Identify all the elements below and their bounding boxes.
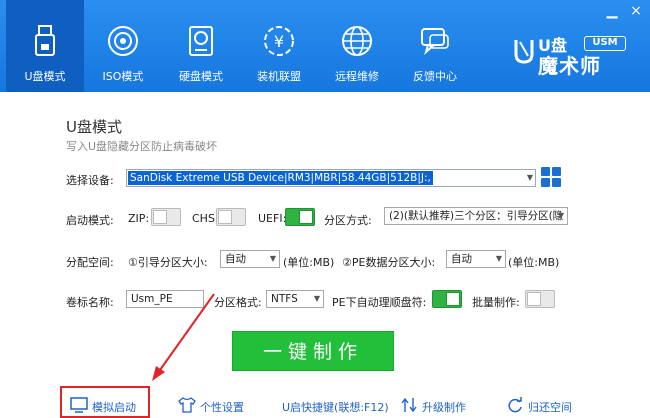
volume-label: 卷标名称: xyxy=(66,296,114,309)
magic-wand-icon xyxy=(514,40,534,64)
grid-square xyxy=(552,167,561,176)
zip-label: ZIP: xyxy=(128,212,150,225)
svg-text:¥: ¥ xyxy=(274,32,284,51)
tab-label: ISO模式 xyxy=(102,70,144,83)
partition-mode-label: 分区方式: xyxy=(324,214,372,227)
tab-hard-disk-mode[interactable]: 硬盘模式 xyxy=(162,0,240,92)
chs-label: CHS: xyxy=(192,212,219,225)
highlight-box xyxy=(60,386,150,418)
hard-disk-icon xyxy=(189,26,213,56)
batch-label: 批量制作: xyxy=(472,296,520,309)
volume-name-input[interactable]: Usm_PE xyxy=(126,290,204,308)
format-label: 分区格式: xyxy=(214,296,262,309)
boot-part-size-value: 自动 xyxy=(225,253,246,265)
alloc-label: 分配空间: xyxy=(66,256,114,269)
uefi-label: UEFI: xyxy=(258,212,287,225)
upgrade-arrows-icon xyxy=(401,397,417,413)
device-select[interactable]: SanDisk Extreme USB Device|RM3|MBR|58.44… xyxy=(126,169,536,187)
boot-shortcut-label: U启快捷键(联想:F12) xyxy=(282,401,389,414)
device-list-button[interactable] xyxy=(541,167,561,187)
tab-label: 反馈中心 xyxy=(413,70,457,83)
close-button[interactable]: × xyxy=(628,4,644,18)
page-subtitle: 写入U盘隐藏分区防止病毒破坏 xyxy=(66,140,218,153)
pe-part-size-select[interactable]: 自动 ▼ xyxy=(446,250,506,268)
grid-square xyxy=(541,178,550,187)
tab-label: 硬盘模式 xyxy=(179,70,223,83)
chat-bubble-icon xyxy=(421,28,449,55)
tab-install-alliance[interactable]: ¥ 装机联盟 xyxy=(240,0,318,92)
tab-u-disk-mode[interactable]: U盘模式 xyxy=(6,0,84,92)
upgrade-make-label: 升级制作 xyxy=(422,401,466,414)
pe-part-unit: (单位:MB) xyxy=(508,256,560,269)
chevron-down-icon: ▼ xyxy=(526,173,533,182)
device-selected-value: SanDisk Extreme USB Device|RM3|MBR|58.44… xyxy=(128,171,433,185)
boot-mode-label: 启动模式: xyxy=(66,214,114,227)
toggle-knob xyxy=(446,292,460,306)
tab-remote-repair[interactable]: 远程维修 xyxy=(318,0,396,92)
toggle-knob xyxy=(527,292,541,306)
pe-part-size-label: ②PE数据分区大小: xyxy=(342,256,436,269)
partition-mode-select[interactable]: (2)(默认推荐)三个分区：引导分区(隐 ▼ xyxy=(384,207,568,225)
zip-toggle[interactable] xyxy=(151,208,181,226)
boot-part-unit: (单位:MB) xyxy=(283,256,335,269)
grid-square xyxy=(541,167,550,176)
page-title: U盘模式 xyxy=(66,118,122,136)
tshirt-icon xyxy=(178,397,196,413)
personal-settings-label: 个性设置 xyxy=(200,401,244,414)
refresh-icon xyxy=(508,397,522,413)
tab-label: U盘模式 xyxy=(24,70,66,83)
chevron-down-icon: ▼ xyxy=(495,254,502,263)
brand-usm-badge: USM xyxy=(584,36,626,51)
chevron-down-icon: ▼ xyxy=(557,211,564,220)
grid-square xyxy=(552,178,561,187)
minimize-button[interactable]: ▁ xyxy=(604,4,620,18)
tab-label: 装机联盟 xyxy=(257,70,301,83)
chevron-down-icon: ▼ xyxy=(269,254,276,263)
device-label: 选择设备: xyxy=(66,174,114,187)
tab-iso-mode[interactable]: ISO模式 xyxy=(84,0,162,92)
disc-icon xyxy=(108,26,138,56)
toggle-knob xyxy=(153,210,167,224)
partition-mode-value: (2)(默认推荐)三个分区：引导分区(隐 xyxy=(389,210,564,222)
top-header: U盘模式 ISO模式 硬盘模式 ¥ 装机联盟 远程维修 反馈中心 ▁ × U盘 … xyxy=(0,0,650,92)
chs-toggle[interactable] xyxy=(216,208,246,226)
format-value: NTFS xyxy=(271,293,298,305)
batch-toggle[interactable] xyxy=(525,290,555,308)
brand-name: 魔术师 xyxy=(538,54,601,78)
pe-auto-drive-label: PE下自动理顺盘符: xyxy=(332,296,427,309)
boot-part-size-select[interactable]: 自动 ▼ xyxy=(220,250,280,268)
tab-label: 远程维修 xyxy=(335,70,379,83)
brand-logo: U盘 USM 魔术师 xyxy=(512,32,640,78)
chevron-down-icon: ▼ xyxy=(313,294,320,303)
yuan-coin-icon: ¥ xyxy=(264,26,294,56)
pe-auto-drive-toggle[interactable] xyxy=(432,290,462,308)
usb-drive-icon xyxy=(35,25,55,56)
toggle-knob xyxy=(299,210,313,224)
one-click-make-button[interactable]: 一键制作 xyxy=(232,331,394,371)
globe-icon xyxy=(342,26,372,56)
boot-part-size-label: ①引导分区大小: xyxy=(128,256,208,269)
toggle-knob xyxy=(218,210,232,224)
pe-part-size-value: 自动 xyxy=(451,253,472,265)
uefi-toggle[interactable] xyxy=(285,208,315,226)
format-select[interactable]: NTFS ▼ xyxy=(266,290,324,308)
tab-feedback-center[interactable]: 反馈中心 xyxy=(396,0,474,92)
restore-space-label: 归还空间 xyxy=(528,401,572,414)
